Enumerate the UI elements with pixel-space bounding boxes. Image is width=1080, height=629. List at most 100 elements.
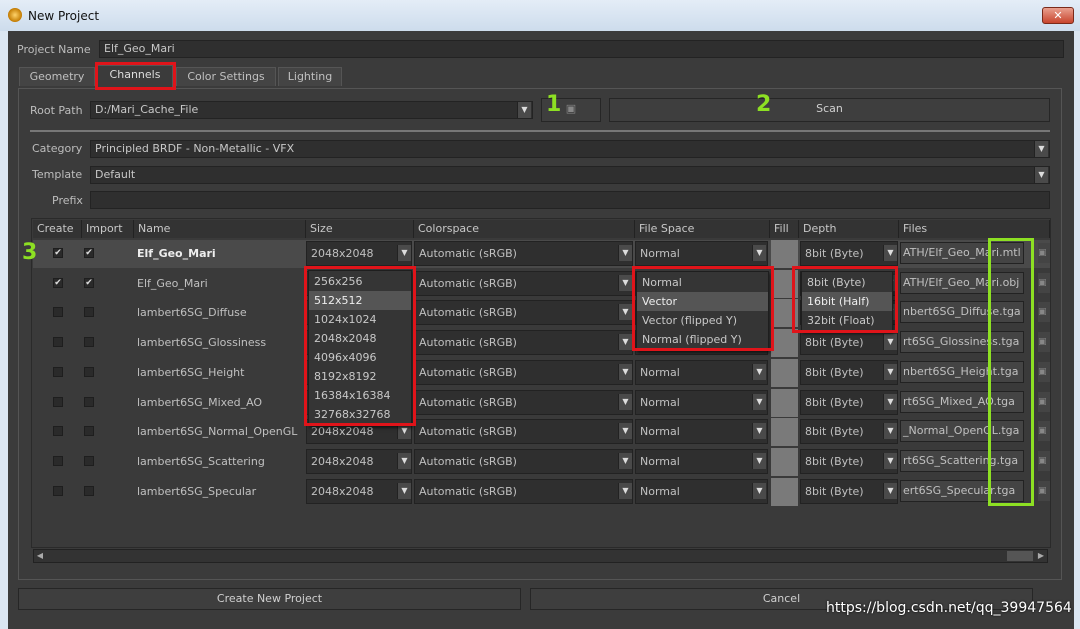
chevron-down-icon[interactable]: ▼	[618, 482, 632, 499]
chevron-down-icon[interactable]: ▼	[752, 363, 766, 380]
chevron-down-icon[interactable]: ▼	[883, 452, 897, 469]
column-header-size[interactable]: Size	[306, 220, 414, 238]
horizontal-scrollbar[interactable]: ◀ ▶	[33, 549, 1048, 563]
import-checkbox[interactable]: ✔	[84, 248, 94, 258]
colorspace-dropdown[interactable]: Automatic (sRGB)	[414, 478, 633, 504]
fill-swatch[interactable]	[771, 418, 798, 447]
fill-swatch[interactable]	[771, 329, 798, 358]
chevron-down-icon[interactable]: ▼	[883, 363, 897, 380]
chevron-down-icon[interactable]: ▼	[752, 452, 766, 469]
import-checkbox[interactable]	[84, 455, 94, 466]
filespace-dropdown[interactable]: Normal	[635, 389, 768, 415]
folder-icon[interactable]: ▣	[1038, 332, 1050, 353]
chevron-down-icon[interactable]: ▼	[1034, 167, 1048, 183]
chevron-down-icon[interactable]: ▼	[618, 334, 632, 351]
folder-icon[interactable]: ▣	[1038, 421, 1050, 442]
fill-swatch[interactable]	[771, 477, 798, 506]
column-header-files[interactable]: Files	[899, 220, 1050, 238]
column-header-name[interactable]: Name	[134, 220, 306, 238]
column-header-file-space[interactable]: File Space	[635, 220, 770, 238]
create-checkbox[interactable]	[53, 396, 63, 407]
filespace-dropdown[interactable]: Normal	[635, 241, 768, 266]
chevron-down-icon[interactable]: ▼	[618, 423, 632, 440]
chevron-down-icon[interactable]: ▼	[618, 452, 632, 469]
chevron-down-icon[interactable]: ▼	[752, 245, 766, 261]
folder-icon[interactable]: ▣	[1038, 272, 1050, 293]
chevron-down-icon[interactable]: ▼	[883, 334, 897, 351]
tab-lighting[interactable]: Lighting	[278, 67, 342, 86]
chevron-down-icon[interactable]: ▼	[752, 393, 766, 410]
folder-icon[interactable]: ▣	[1038, 450, 1050, 471]
chevron-down-icon[interactable]: ▼	[883, 393, 897, 410]
create-checkbox[interactable]	[53, 337, 63, 348]
create-checkbox[interactable]	[53, 366, 63, 377]
chevron-down-icon[interactable]: ▼	[618, 245, 632, 261]
colorspace-dropdown[interactable]: Automatic (sRGB)	[414, 419, 633, 445]
filespace-dropdown[interactable]: Normal	[635, 359, 768, 385]
chevron-down-icon[interactable]: ▼	[752, 423, 766, 440]
colorspace-dropdown[interactable]: Automatic (sRGB)	[414, 389, 633, 415]
tab-geometry[interactable]: Geometry	[19, 67, 95, 86]
chevron-down-icon[interactable]: ▼	[883, 245, 897, 261]
close-button[interactable]: ✕	[1042, 7, 1074, 24]
colorspace-dropdown[interactable]: Automatic (sRGB)	[414, 330, 633, 356]
import-checkbox[interactable]	[84, 396, 94, 407]
column-header-colorspace[interactable]: Colorspace	[414, 220, 635, 238]
create-new-project-button[interactable]: Create New Project	[18, 588, 521, 610]
chevron-down-icon[interactable]: ▼	[618, 363, 632, 380]
chevron-down-icon[interactable]: ▼	[517, 102, 531, 118]
create-checkbox[interactable]	[53, 455, 63, 466]
colorspace-dropdown[interactable]: Automatic (sRGB)	[414, 300, 633, 326]
chevron-down-icon[interactable]: ▼	[752, 482, 766, 499]
import-checkbox[interactable]: ✔	[84, 277, 94, 288]
chevron-down-icon[interactable]: ▼	[883, 423, 897, 440]
chevron-down-icon[interactable]: ▼	[883, 482, 897, 499]
colorspace-dropdown[interactable]: Automatic (sRGB)	[414, 359, 633, 385]
table-row[interactable]: lambert6SG_Glossiness 2048x2048 ▼ Automa…	[33, 329, 1050, 358]
chevron-down-icon[interactable]: ▼	[618, 274, 632, 291]
create-checkbox[interactable]: ✔	[53, 248, 63, 258]
scan-button[interactable]: Scan	[609, 98, 1050, 122]
prefix-input[interactable]	[90, 191, 1050, 209]
column-header-create[interactable]: Create	[33, 220, 82, 238]
folder-icon[interactable]: ▣	[1038, 302, 1050, 323]
tab-color-settings[interactable]: Color Settings	[176, 67, 276, 86]
folder-icon[interactable]: ▣	[1038, 480, 1050, 501]
category-dropdown[interactable]: Principled BRDF - Non-Metallic - VFX	[90, 140, 1050, 158]
create-checkbox[interactable]	[53, 426, 63, 437]
import-checkbox[interactable]	[84, 307, 94, 318]
column-header-fill[interactable]: Fill	[770, 220, 799, 238]
root-path-dropdown[interactable]: D:/Mari_Cache_File	[90, 101, 533, 119]
chevron-down-icon[interactable]: ▼	[397, 452, 411, 469]
chevron-down-icon[interactable]: ▼	[1034, 141, 1048, 157]
filespace-dropdown[interactable]: Normal	[635, 448, 768, 474]
fill-swatch[interactable]	[771, 447, 798, 476]
table-row[interactable]: lambert6SG_Height 2048x2048 ▼ Automatic …	[33, 358, 1050, 387]
fill-swatch[interactable]	[771, 388, 798, 417]
filespace-dropdown[interactable]: Normal	[635, 478, 768, 504]
column-header-depth[interactable]: Depth	[799, 220, 899, 238]
table-row[interactable]: lambert6SG_Normal_OpenGL 2048x2048 ▼ Aut…	[33, 418, 1050, 447]
project-name-input[interactable]: Elf_Geo_Mari	[99, 40, 1064, 58]
import-checkbox[interactable]	[84, 426, 94, 437]
table-row[interactable]: lambert6SG_Mixed_AO 2048x2048 ▼ Automati…	[33, 388, 1050, 417]
table-row[interactable]: lambert6SG_Specular 2048x2048 ▼ Automati…	[33, 477, 1050, 506]
scroll-right-icon[interactable]: ▶	[1035, 550, 1047, 562]
create-checkbox[interactable]: ✔	[53, 277, 63, 288]
fill-swatch[interactable]	[771, 240, 798, 268]
chevron-down-icon[interactable]: ▼	[397, 482, 411, 499]
import-checkbox[interactable]	[84, 337, 94, 348]
import-checkbox[interactable]	[84, 485, 94, 496]
create-checkbox[interactable]	[53, 485, 63, 496]
table-row[interactable]: ✔ ✔ Elf_Geo_Mari 2048x2048 ▼ Automatic (…	[33, 240, 1050, 268]
column-header-import[interactable]: Import	[82, 220, 134, 238]
chevron-down-icon[interactable]: ▼	[618, 304, 632, 321]
folder-icon[interactable]: ▣	[1038, 361, 1050, 382]
chevron-down-icon[interactable]: ▼	[397, 245, 411, 261]
colorspace-dropdown[interactable]: Automatic (sRGB)	[414, 270, 633, 296]
import-checkbox[interactable]	[84, 366, 94, 377]
create-checkbox[interactable]	[53, 307, 63, 318]
table-row[interactable]: lambert6SG_Scattering 2048x2048 ▼ Automa…	[33, 447, 1050, 476]
scrollbar-thumb[interactable]	[1007, 551, 1033, 561]
folder-icon[interactable]: ▣	[1038, 391, 1050, 412]
